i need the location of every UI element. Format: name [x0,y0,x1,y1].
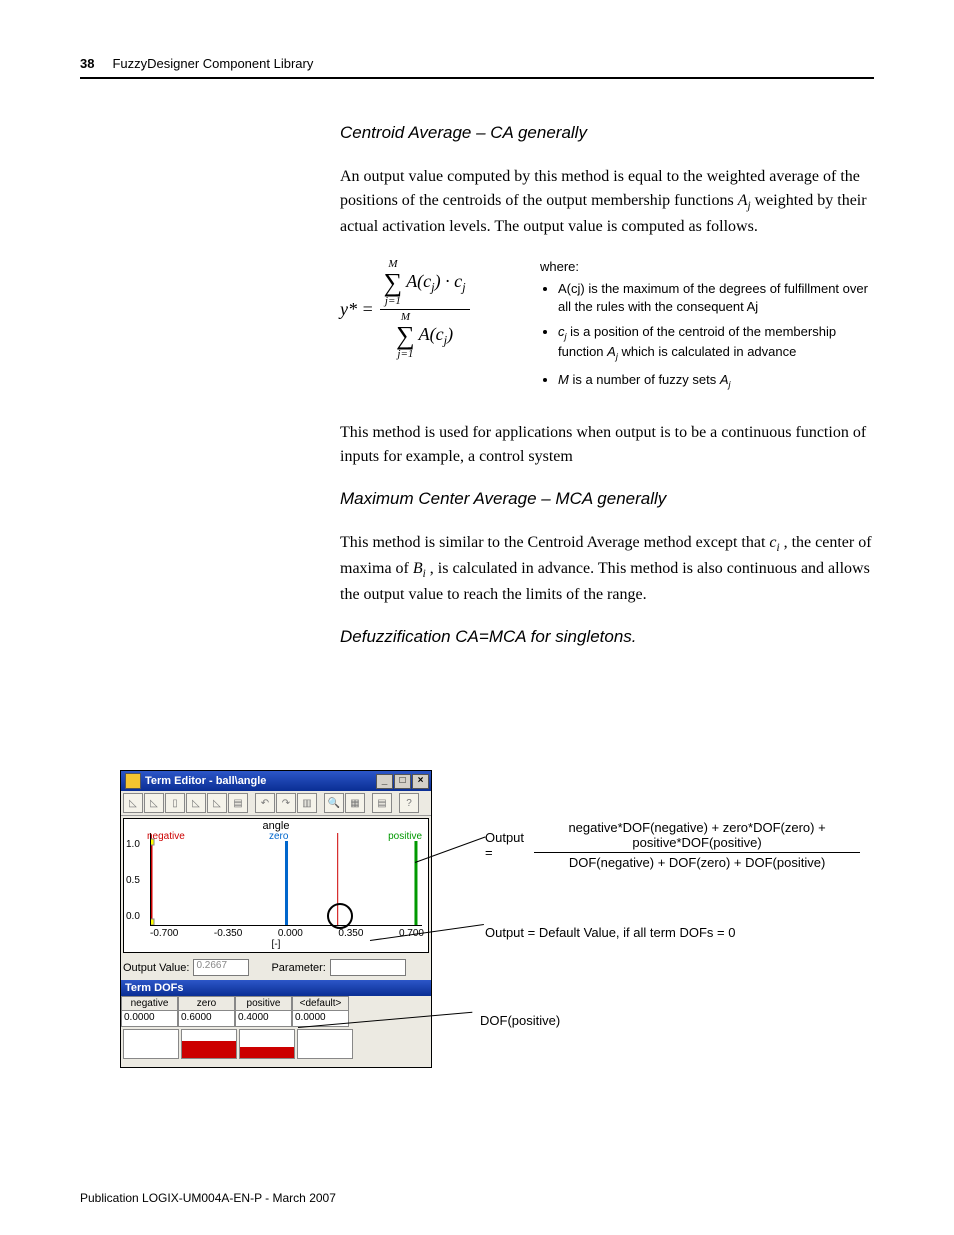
dof-bar-zero [181,1029,237,1059]
close-icon[interactable]: × [412,774,429,789]
para-ca-intro: An output value computed by this method … [340,165,874,239]
subhead-singletons: Defuzzification CA=MCA for singletons. [340,627,874,647]
dof-bar-row [121,1027,431,1067]
annotation-output-formula: Output = negative*DOF(negative) + zero*D… [485,820,860,870]
tool-icon[interactable]: ▥ [297,793,317,813]
subhead-ca: Centroid Average – CA generally [340,123,874,143]
subhead-mca: Maximum Center Average – MCA generally [340,489,874,509]
dof-table: negative0.0000 zero0.6000 positive0.4000… [121,996,431,1027]
plot-area[interactable]: negative zero positive [150,833,422,926]
page-number: 38 [80,56,94,71]
annotation-default: Output = Default Value, if all term DOFs… [485,925,735,940]
zoom-icon[interactable]: 🔍 [324,793,344,813]
chart-panel: angle 1.0 0.5 0.0 negative zero positive [123,818,429,953]
where-block: where: A(cj) is the maximum of the degre… [540,259,874,399]
annotation-dofpos: DOF(positive) [480,1013,560,1028]
maximize-icon[interactable]: □ [394,774,411,789]
tool-icon[interactable]: ▯ [165,793,185,813]
tool-icon[interactable]: ▦ [345,793,365,813]
app-icon [125,773,141,789]
tool-icon[interactable]: ▤ [228,793,248,813]
tool-icon[interactable]: ▤ [372,793,392,813]
where-item-3: M is a number of fuzzy sets Aj [558,371,874,391]
help-icon[interactable]: ? [399,793,419,813]
header-title: FuzzyDesigner Component Library [112,56,313,71]
publication-footer: Publication LOGIX-UM004A-EN-P - March 20… [80,1191,336,1205]
screenshot-figure: Term Editor - ball\angle _ □ × ◺ ◺ ▯ ◺ ◺… [120,770,860,1068]
formula-ca: y* = M∑j=1 A(cj) · cj M∑j=1 A(cj) [340,259,510,360]
minimize-icon[interactable]: _ [376,774,393,789]
window-titlebar[interactable]: Term Editor - ball\angle _ □ × [121,771,431,791]
undo-icon[interactable]: ↶ [255,793,275,813]
term-dofs-header: Term DOFs [121,980,431,996]
page-header: 38 FuzzyDesigner Component Library [80,56,874,79]
window-title: Term Editor - ball\angle [145,775,266,787]
output-value-label: Output Value: [123,962,189,974]
dof-bar-negative [123,1029,179,1059]
x-unit: [-] [124,939,428,952]
output-value-field[interactable]: 0.2667 [193,959,249,976]
dof-bar-default [297,1029,353,1059]
toolbar: ◺ ◺ ▯ ◺ ◺ ▤ ↶ ↷ ▥ 🔍 ▦ ▤ ? [121,791,431,816]
where-item-2: cj is a position of the centroid of the … [558,323,874,363]
para-ca-use: This method is used for applications whe… [340,421,874,469]
parameter-label: Parameter: [271,962,325,974]
formula-row: y* = M∑j=1 A(cj) · cj M∑j=1 A(cj) where: [340,259,874,399]
dof-bar-positive [239,1029,295,1059]
tool-icon[interactable]: ◺ [186,793,206,813]
output-marker-circle [327,903,353,929]
term-editor-window: Term Editor - ball\angle _ □ × ◺ ◺ ▯ ◺ ◺… [120,770,432,1068]
parameter-field[interactable] [330,959,406,976]
tool-icon[interactable]: ◺ [207,793,227,813]
tool-icon[interactable]: ◺ [144,793,164,813]
para-mca: This method is similar to the Centroid A… [340,531,874,607]
tool-icon[interactable]: ◺ [123,793,143,813]
redo-icon[interactable]: ↷ [276,793,296,813]
where-item-1: A(cj) is the maximum of the degrees of f… [558,280,874,315]
output-fields: Output Value: 0.2667 Parameter: [121,955,431,980]
